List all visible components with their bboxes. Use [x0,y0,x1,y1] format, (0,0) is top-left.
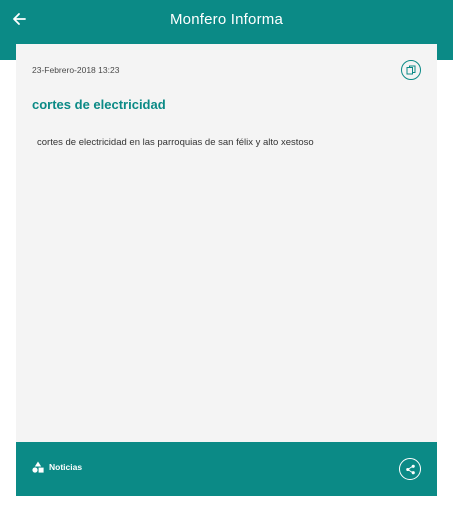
card-footer: Noticias [16,442,437,496]
app-title: Monfero Informa [169,11,284,28]
news-title: cortes de electricidad [32,97,166,112]
copy-icon [406,65,416,75]
news-body: cortes de electricidad en las parroquias… [37,137,314,148]
news-card: 23-Febrero-2018 13:23 cortes de electric… [16,44,437,496]
news-date: 23-Febrero-2018 13:23 [32,65,120,75]
share-icon [405,464,415,474]
section-label: Noticias [49,462,83,472]
share-button[interactable] [399,458,421,480]
shapes-icon [32,461,44,473]
section-tag[interactable]: Noticias [32,461,82,473]
copy-button[interactable] [401,60,421,80]
